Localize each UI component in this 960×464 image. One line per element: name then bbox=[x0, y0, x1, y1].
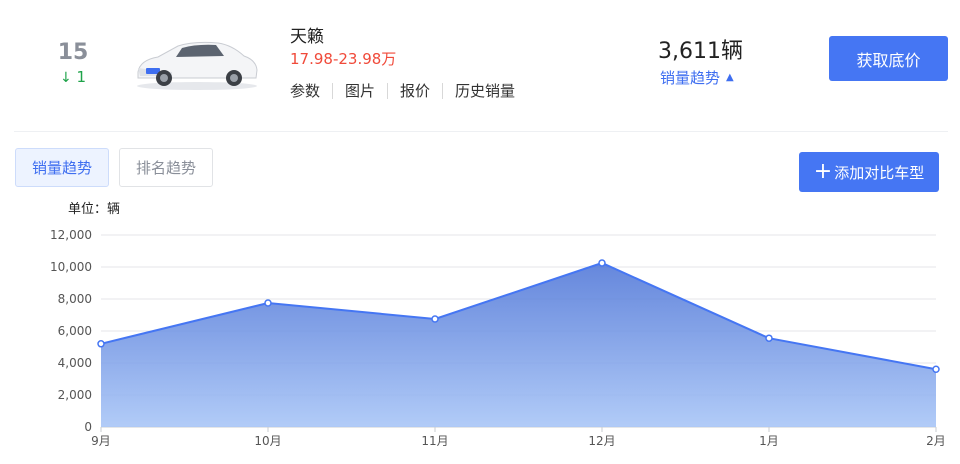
sales-area-chart: 0 2,000 4,000 6,000 8,000 10,000 12,000 9月 10月 11… bbox=[50, 228, 946, 448]
y-tick-label: 12,000 bbox=[50, 228, 92, 242]
data-point[interactable] bbox=[97, 340, 105, 348]
data-point[interactable] bbox=[932, 365, 940, 373]
data-point[interactable] bbox=[598, 259, 606, 267]
x-tick-label: 12月 bbox=[588, 434, 615, 448]
x-tick-label: 10月 bbox=[254, 434, 281, 448]
data-point[interactable] bbox=[431, 315, 439, 323]
data-point[interactable] bbox=[765, 334, 773, 342]
y-tick-label: 4,000 bbox=[58, 356, 92, 370]
y-tick-label: 6,000 bbox=[58, 324, 92, 338]
y-tick-label: 2,000 bbox=[58, 388, 92, 402]
x-tick-label: 2月 bbox=[926, 434, 946, 448]
y-tick-label: 10,000 bbox=[50, 260, 92, 274]
data-point[interactable] bbox=[264, 299, 272, 307]
y-tick-label: 0 bbox=[84, 420, 92, 434]
x-tick-label: 11月 bbox=[421, 434, 448, 448]
x-tick-label: 9月 bbox=[91, 434, 111, 448]
x-tick-label: 1月 bbox=[759, 434, 779, 448]
y-tick-label: 8,000 bbox=[58, 292, 92, 306]
